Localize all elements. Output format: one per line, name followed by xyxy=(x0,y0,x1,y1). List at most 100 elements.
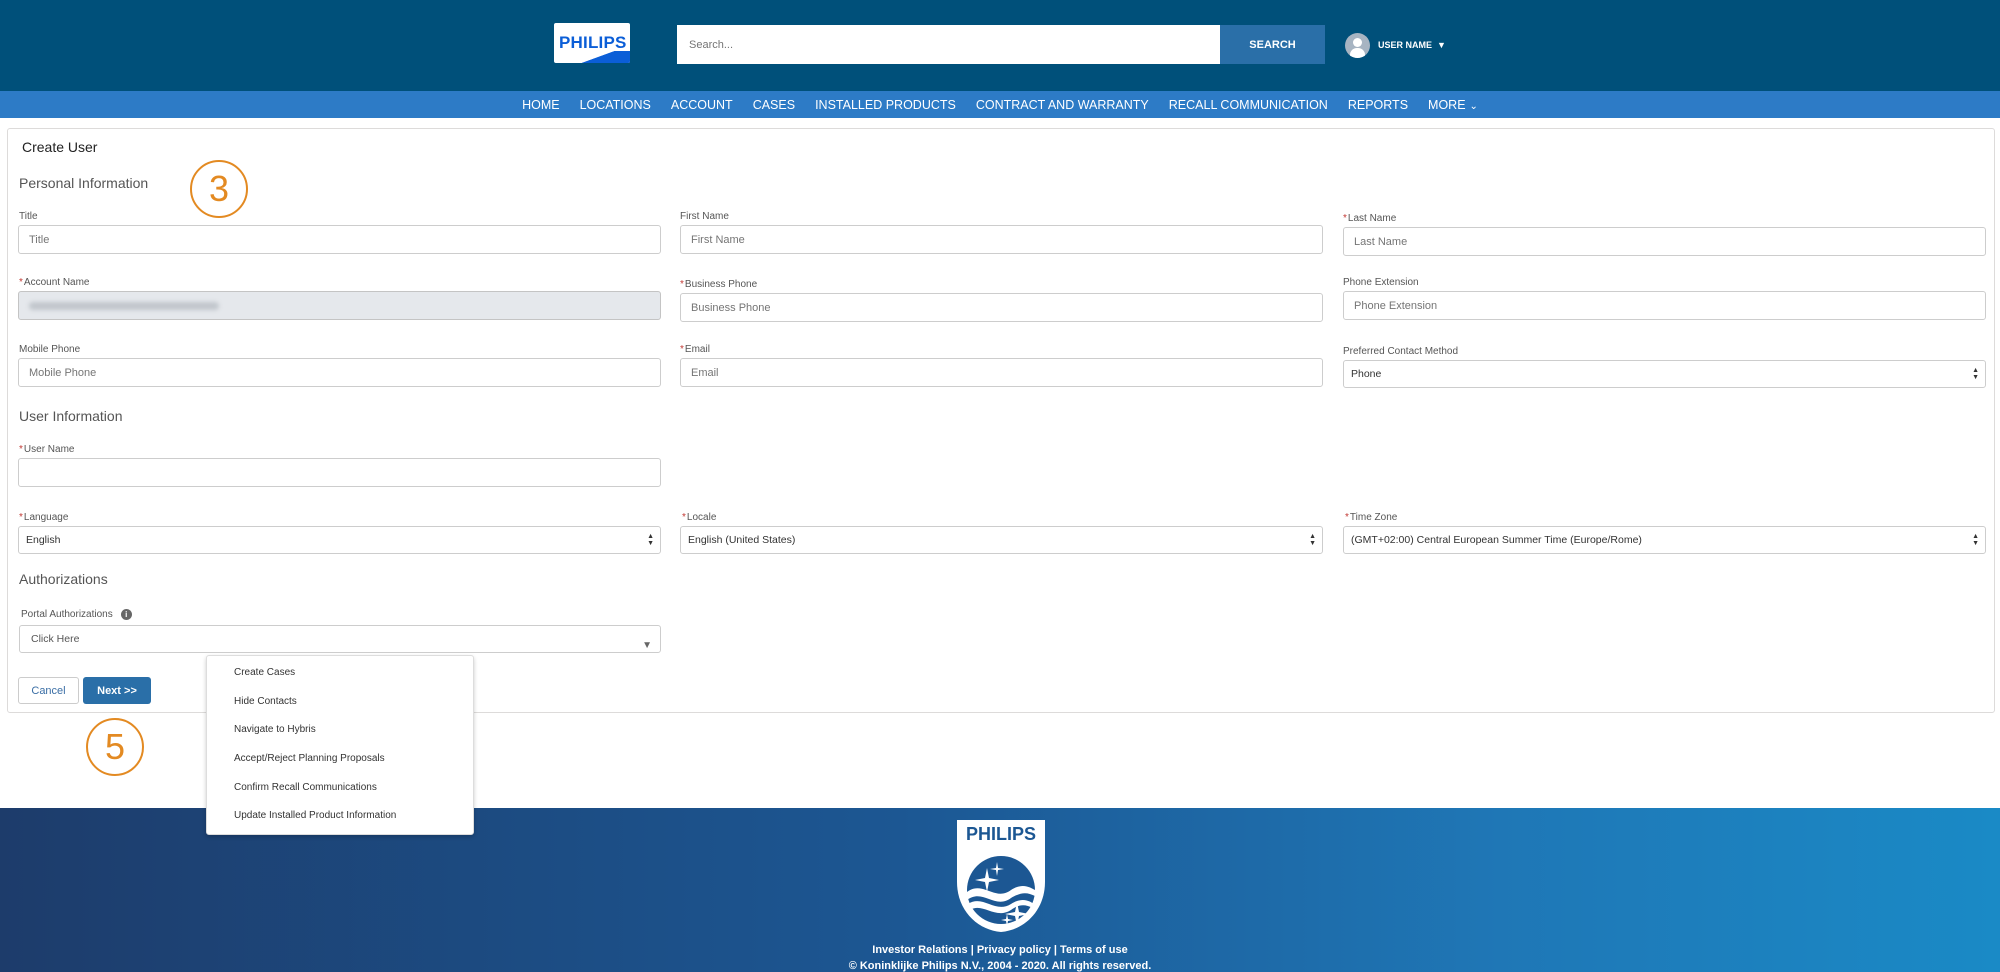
required-marker: * xyxy=(19,277,23,288)
nav-account[interactable]: ACCOUNT xyxy=(671,98,733,112)
required-marker: * xyxy=(680,344,684,355)
cancel-button[interactable]: Cancel xyxy=(18,677,79,704)
menu-option-confirm-recall-communications[interactable]: Confirm Recall Communications xyxy=(234,782,377,793)
portal-authorizations-value: Click Here xyxy=(31,633,80,645)
time-zone-select[interactable]: (GMT+02:00) Central European Summer Time… xyxy=(1343,526,1986,554)
account-name-label: *Account Name xyxy=(19,277,90,288)
business-phone-label-text: Business Phone xyxy=(684,279,758,290)
nav-more[interactable]: MORE ⌄ xyxy=(1428,98,1478,112)
nav-recall-communication[interactable]: RECALL COMMUNICATION xyxy=(1169,98,1328,112)
link-separator: | xyxy=(1050,944,1061,956)
language-label: *Language xyxy=(19,512,68,523)
search-input[interactable] xyxy=(677,25,1220,64)
menu-option-hide-contacts[interactable]: Hide Contacts xyxy=(234,696,297,707)
nav-cases[interactable]: CASES xyxy=(753,98,795,112)
privacy-policy-link[interactable]: Privacy policy xyxy=(977,944,1051,956)
last-name-input[interactable] xyxy=(1343,227,1986,256)
locale-select[interactable]: English (United States) ▲ ▼ xyxy=(680,526,1323,554)
portal-authorizations-menu: Create Cases Hide Contacts Navigate to H… xyxy=(206,655,474,835)
nav-home[interactable]: HOME xyxy=(522,98,560,112)
callout-5: 5 xyxy=(86,718,144,776)
nav-more-label: MORE xyxy=(1428,97,1466,112)
select-spinner-icon: ▲ ▼ xyxy=(1972,367,1979,381)
portal-authorizations-dropdown[interactable]: Click Here ▼ xyxy=(19,625,661,653)
nav-installed-products[interactable]: INSTALLED PRODUCTS xyxy=(815,98,956,112)
select-spinner-icon: ▲ ▼ xyxy=(1972,533,1979,547)
phone-extension-input[interactable] xyxy=(1343,291,1986,320)
required-marker: * xyxy=(1343,213,1347,224)
card-title: Create User xyxy=(22,139,98,155)
caret-down-icon: ▼ xyxy=(1437,40,1446,50)
required-marker: * xyxy=(1345,512,1349,523)
email-label-text: Email xyxy=(684,344,710,355)
user-name: USER NAME xyxy=(1378,40,1433,50)
philips-logo[interactable]: PHILIPS xyxy=(554,23,630,63)
top-header: PHILIPS SEARCH USER NAME ▼ xyxy=(0,0,2000,91)
redacted-value xyxy=(29,302,219,310)
business-phone-input[interactable] xyxy=(680,293,1323,322)
language-value: English xyxy=(26,534,61,546)
footer-logo-text: PHILIPS xyxy=(965,824,1036,844)
select-spinner-icon: ▲ ▼ xyxy=(1309,533,1316,547)
required-marker: * xyxy=(680,279,684,290)
next-button[interactable]: Next >> xyxy=(83,677,151,704)
chevron-down-icon: ⌄ xyxy=(1469,100,1478,112)
mobile-phone-input[interactable] xyxy=(18,358,661,387)
email-input[interactable] xyxy=(680,358,1323,387)
first-name-label: First Name xyxy=(680,211,729,222)
last-name-label: *Last Name xyxy=(1343,213,1396,224)
email-label: *Email xyxy=(680,344,710,355)
title-input[interactable] xyxy=(18,225,661,254)
first-name-input[interactable] xyxy=(680,225,1323,254)
logo-swoosh xyxy=(554,51,630,63)
dropdown-arrow-icon: ▼ xyxy=(642,640,652,651)
business-phone-label: *Business Phone xyxy=(680,279,757,290)
mobile-phone-label: Mobile Phone xyxy=(19,344,81,355)
copyright: © Koninklijke Philips N.V., 2004 - 2020.… xyxy=(848,960,1152,972)
investor-relations-link[interactable]: Investor Relations xyxy=(872,944,967,956)
preferred-contact-value: Phone xyxy=(1351,368,1382,380)
language-select[interactable]: English ▲ ▼ xyxy=(18,526,661,554)
create-user-card: Create User Personal Information Title F… xyxy=(7,128,1995,713)
language-label-text: Language xyxy=(23,512,69,523)
nav-contract-and-warranty[interactable]: CONTRACT AND WARRANTY xyxy=(976,98,1149,112)
user-name-label: *User Name xyxy=(19,444,74,455)
account-name-input xyxy=(18,291,661,320)
section-personal-information: Personal Information xyxy=(19,175,149,191)
locale-label-text: Locale xyxy=(686,512,717,523)
required-marker: * xyxy=(19,444,23,455)
nav-reports[interactable]: REPORTS xyxy=(1348,98,1408,112)
section-user-information: User Information xyxy=(19,408,123,424)
search-button[interactable]: SEARCH xyxy=(1220,25,1325,64)
user-name-label-text: User Name xyxy=(23,444,75,455)
account-name-label-text: Account Name xyxy=(23,277,90,288)
link-separator: | xyxy=(967,944,977,956)
menu-option-navigate-to-hybris[interactable]: Navigate to Hybris xyxy=(234,724,316,735)
time-zone-label-text: Time Zone xyxy=(1349,512,1398,523)
callout-3: 3 xyxy=(190,160,248,218)
preferred-contact-label: Preferred Contact Method xyxy=(1343,346,1459,357)
menu-option-create-cases[interactable]: Create Cases xyxy=(234,667,295,678)
portal-authorizations-label-text: Portal Authorizations xyxy=(21,609,113,621)
nav-locations[interactable]: LOCATIONS xyxy=(580,98,651,112)
portal-authorizations-label: Portal Authorizations i xyxy=(21,609,132,620)
main-nav: HOME LOCATIONS ACCOUNT CASES INSTALLED P… xyxy=(0,91,2000,118)
user-avatar-icon xyxy=(1345,32,1370,58)
menu-option-accept-reject-planning-proposals[interactable]: Accept/Reject Planning Proposals xyxy=(234,753,385,764)
time-zone-label: *Time Zone xyxy=(1345,512,1397,523)
logo-text: PHILIPS xyxy=(559,33,627,52)
user-name-input[interactable] xyxy=(18,458,661,487)
locale-label: *Locale xyxy=(682,512,716,523)
title-label: Title xyxy=(19,211,38,222)
phone-extension-label: Phone Extension xyxy=(1343,277,1419,288)
info-icon[interactable]: i xyxy=(120,609,132,620)
user-menu[interactable]: USER NAME ▼ xyxy=(1345,32,1446,58)
select-spinner-icon: ▲ ▼ xyxy=(647,533,654,547)
terms-of-use-link[interactable]: Terms of use xyxy=(1060,944,1128,956)
required-marker: * xyxy=(682,512,686,523)
footer-links: Investor Relations | Privacy policy | Te… xyxy=(0,944,2000,956)
menu-option-update-installed-product-information[interactable]: Update Installed Product Information xyxy=(234,810,396,821)
preferred-contact-select[interactable]: Phone ▲ ▼ xyxy=(1343,360,1986,388)
section-authorizations: Authorizations xyxy=(19,571,108,587)
time-zone-value: (GMT+02:00) Central European Summer Time… xyxy=(1351,534,1642,546)
